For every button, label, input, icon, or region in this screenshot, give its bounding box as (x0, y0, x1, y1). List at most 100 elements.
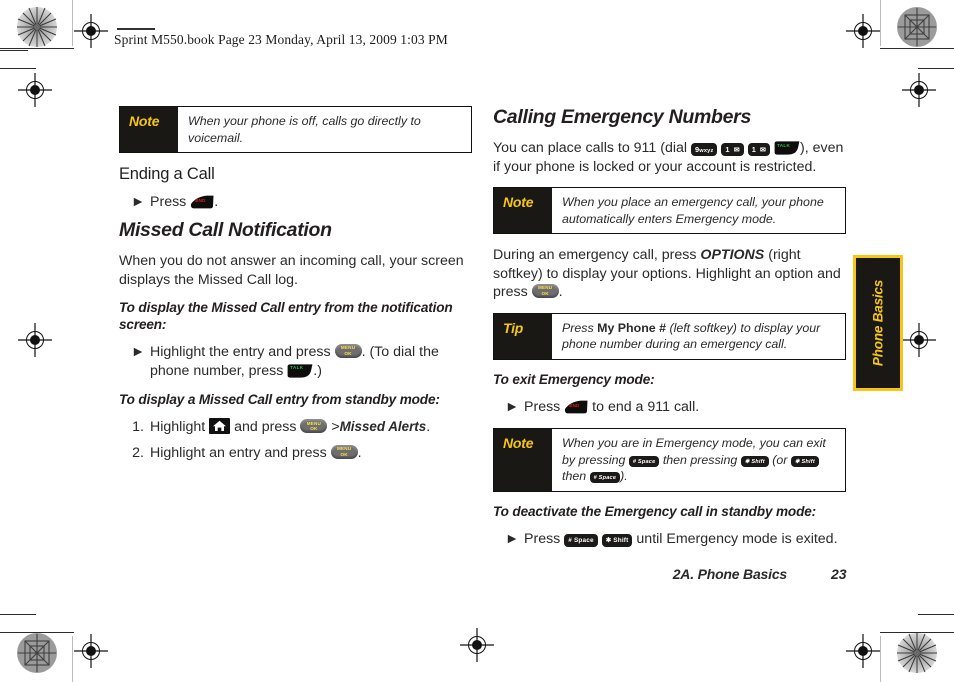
key-star-shift-icon: ✱ Shift (740, 455, 769, 467)
step-part-1: Highlight (150, 419, 206, 436)
menu-ok-key-icon: MENU OK (531, 284, 559, 299)
bullet-arrow-icon: ► (505, 530, 520, 547)
bullet-arrow-icon: ► (505, 398, 520, 415)
step-part-1: Press (524, 398, 561, 415)
step-number: 2. (132, 445, 144, 462)
heading-calling-emergency-numbers: Calling Emergency Numbers (493, 106, 751, 128)
home-icon (209, 418, 231, 435)
trim-rule-top-left-h2 (0, 48, 74, 50)
step-standby-2-text: Highlight an entry and press MENU OK . (150, 444, 472, 463)
right-column: Calling Emergency Numbers You can place … (493, 106, 846, 556)
lead-deactivate-emergency: To deactivate the Emergency call in stan… (493, 503, 817, 519)
note-text: When your phone is off, calls go directl… (188, 114, 421, 145)
end-key-icon: END (564, 400, 588, 414)
step-display-from-notification: ► Highlight the entry and press MENU OK .… (119, 343, 472, 380)
trim-rule-upper-left-bar (0, 68, 36, 70)
end-key-icon: END (190, 195, 214, 209)
registration-crosshair-bottom-left (74, 634, 108, 668)
note-box-exit-emergency: Note When you are in Emergency mode, you… (493, 428, 846, 492)
step-deactivate-emergency-text: Press # Space ✱ Shift until Emergency mo… (524, 530, 846, 549)
note-part-4: then (562, 469, 587, 484)
registration-crosshair-left-lower (18, 323, 52, 357)
step-part-2: and press (234, 419, 297, 436)
note-text: When you place an emergency call, your p… (562, 195, 824, 226)
lead-notification-screen: To display the Missed Call entry from th… (119, 300, 453, 333)
heading-ending-a-call: Ending a Call (119, 165, 215, 183)
key-1-voicemail-icon: 1 ✉ (747, 143, 771, 157)
step-exit-emergency-text: Press END to end a 911 call. (524, 398, 846, 417)
step-standby-2: 2. Highlight an entry and press MENU OK . (119, 444, 472, 463)
step-display-from-notification-text: Highlight the entry and press MENU OK . (… (150, 343, 472, 380)
step-number: 1. (132, 419, 144, 436)
footer-chapter-title: 2A. Phone Basics (672, 566, 787, 582)
menu-ok-key-icon: MENU OK (300, 419, 328, 434)
registration-crosshair-top (74, 14, 108, 48)
step-standby-1-text: Highlight and press MENU OK >Missed Alert… (150, 418, 472, 437)
trim-rule-lower-left-bar (0, 614, 36, 616)
registration-crosshair-bottom-right (846, 634, 880, 668)
tip-box-my-phone-number: Tip Press My Phone # (left softkey) to d… (493, 312, 846, 360)
key-star-shift-icon: ✱ Shift (790, 455, 819, 467)
registration-crosshair-right-lower (902, 323, 936, 357)
slug-rule (117, 28, 155, 30)
step-part-1: Highlight an entry and press (150, 445, 327, 462)
tip-bold: My Phone # (597, 320, 666, 335)
registration-starburst-bottom-right (896, 632, 938, 674)
registration-crosshair-left-upper (18, 73, 52, 107)
tip-text: Press My Phone # (left softkey) to displ… (552, 314, 845, 359)
registration-crosshair-bottom-center (460, 628, 494, 662)
trim-rule-lower-right-bar (918, 614, 954, 616)
step-part-2: . (357, 445, 362, 462)
registration-crosshair-right-upper (902, 73, 936, 107)
chapter-thumb-tab-label: Phone Basics (870, 279, 886, 367)
step-part-1: Press (524, 530, 561, 547)
talk-key-icon: TALK (287, 364, 313, 378)
left-column: Note When your phone is off, calls go di… (119, 106, 472, 470)
note-box-voicemail: Note When your phone is off, calls go di… (119, 106, 472, 153)
step-end-call: ► Press END . (119, 193, 472, 212)
paragraph-options-part-3: . (558, 284, 563, 301)
step-part-2: to end a 911 call. (592, 398, 700, 415)
menu-ok-key-icon: MENU OK (330, 445, 358, 460)
bullet-arrow-icon: ► (131, 344, 146, 360)
trim-rule-gutter-left-bottom (72, 636, 74, 682)
note-part-5: ). (620, 469, 628, 484)
registration-starburst-bottom-left (16, 632, 58, 674)
lead-standby-mode: To display a Missed Call entry from stan… (119, 392, 440, 408)
trim-rule-gutter-right (880, 0, 882, 46)
heading-missed-call-notification: Missed Call Notification (119, 218, 332, 241)
note-part-2: then pressing (662, 452, 738, 467)
trim-rule-top-center-h (880, 48, 954, 50)
step-deactivate-emergency: ► Press # Space ✱ Shift until Emergency … (493, 530, 846, 549)
footer-page-number: 23 (831, 566, 847, 582)
bullet-arrow-icon: ► (131, 193, 146, 210)
step-part-2: until Emergency mode is exited. (636, 530, 838, 547)
step-standby-1: 1. Highlight and press MENU OK >Missed Al… (119, 418, 472, 437)
trim-rule-top-left (0, 50, 28, 52)
talk-key-icon: TALK (774, 141, 800, 156)
page-footer: 2A. Phone Basics 23 (493, 566, 853, 582)
step-part-1: Highlight the entry and press (150, 344, 331, 360)
registration-starburst-top-left (16, 6, 58, 48)
note-part-3: (or (772, 452, 788, 467)
note-text: When you are in Emergency mode, you can … (552, 429, 845, 491)
trim-rule-bottom-left-h (0, 632, 74, 634)
paragraph-missed-call: When you do not answer an incoming call,… (119, 253, 464, 288)
options-emphasis: OPTIONS (700, 247, 765, 264)
menu-ok-key-icon: MENU OK (334, 344, 362, 358)
trim-rule-gutter-left (72, 0, 74, 46)
key-hash-space-icon: # Space (564, 533, 598, 547)
paragraph-911: You can place calls to 911 (dial 9wxyz 1… (493, 139, 846, 176)
note-label: Note (494, 188, 552, 234)
key-1-voicemail-icon: 1 ✉ (721, 143, 744, 157)
step-part-3: > (331, 419, 340, 436)
lead-exit-emergency-mode: To exit Emergency mode: (493, 371, 655, 387)
key-9-wxyz-icon: 9wxyz (690, 143, 718, 157)
key-star-shift-icon: ✱ Shift (601, 533, 633, 547)
chapter-thumb-tab: Phone Basics (853, 255, 903, 391)
step-part-3: .) (313, 362, 322, 379)
menu-path-emphasis: Missed Alerts (339, 419, 427, 435)
trim-rule-gutter-right-bottom (880, 636, 882, 682)
step-exit-emergency: ► Press END to end a 911 call. (493, 398, 846, 417)
paragraph-options: During an emergency call, press OPTIONS … (493, 246, 846, 301)
